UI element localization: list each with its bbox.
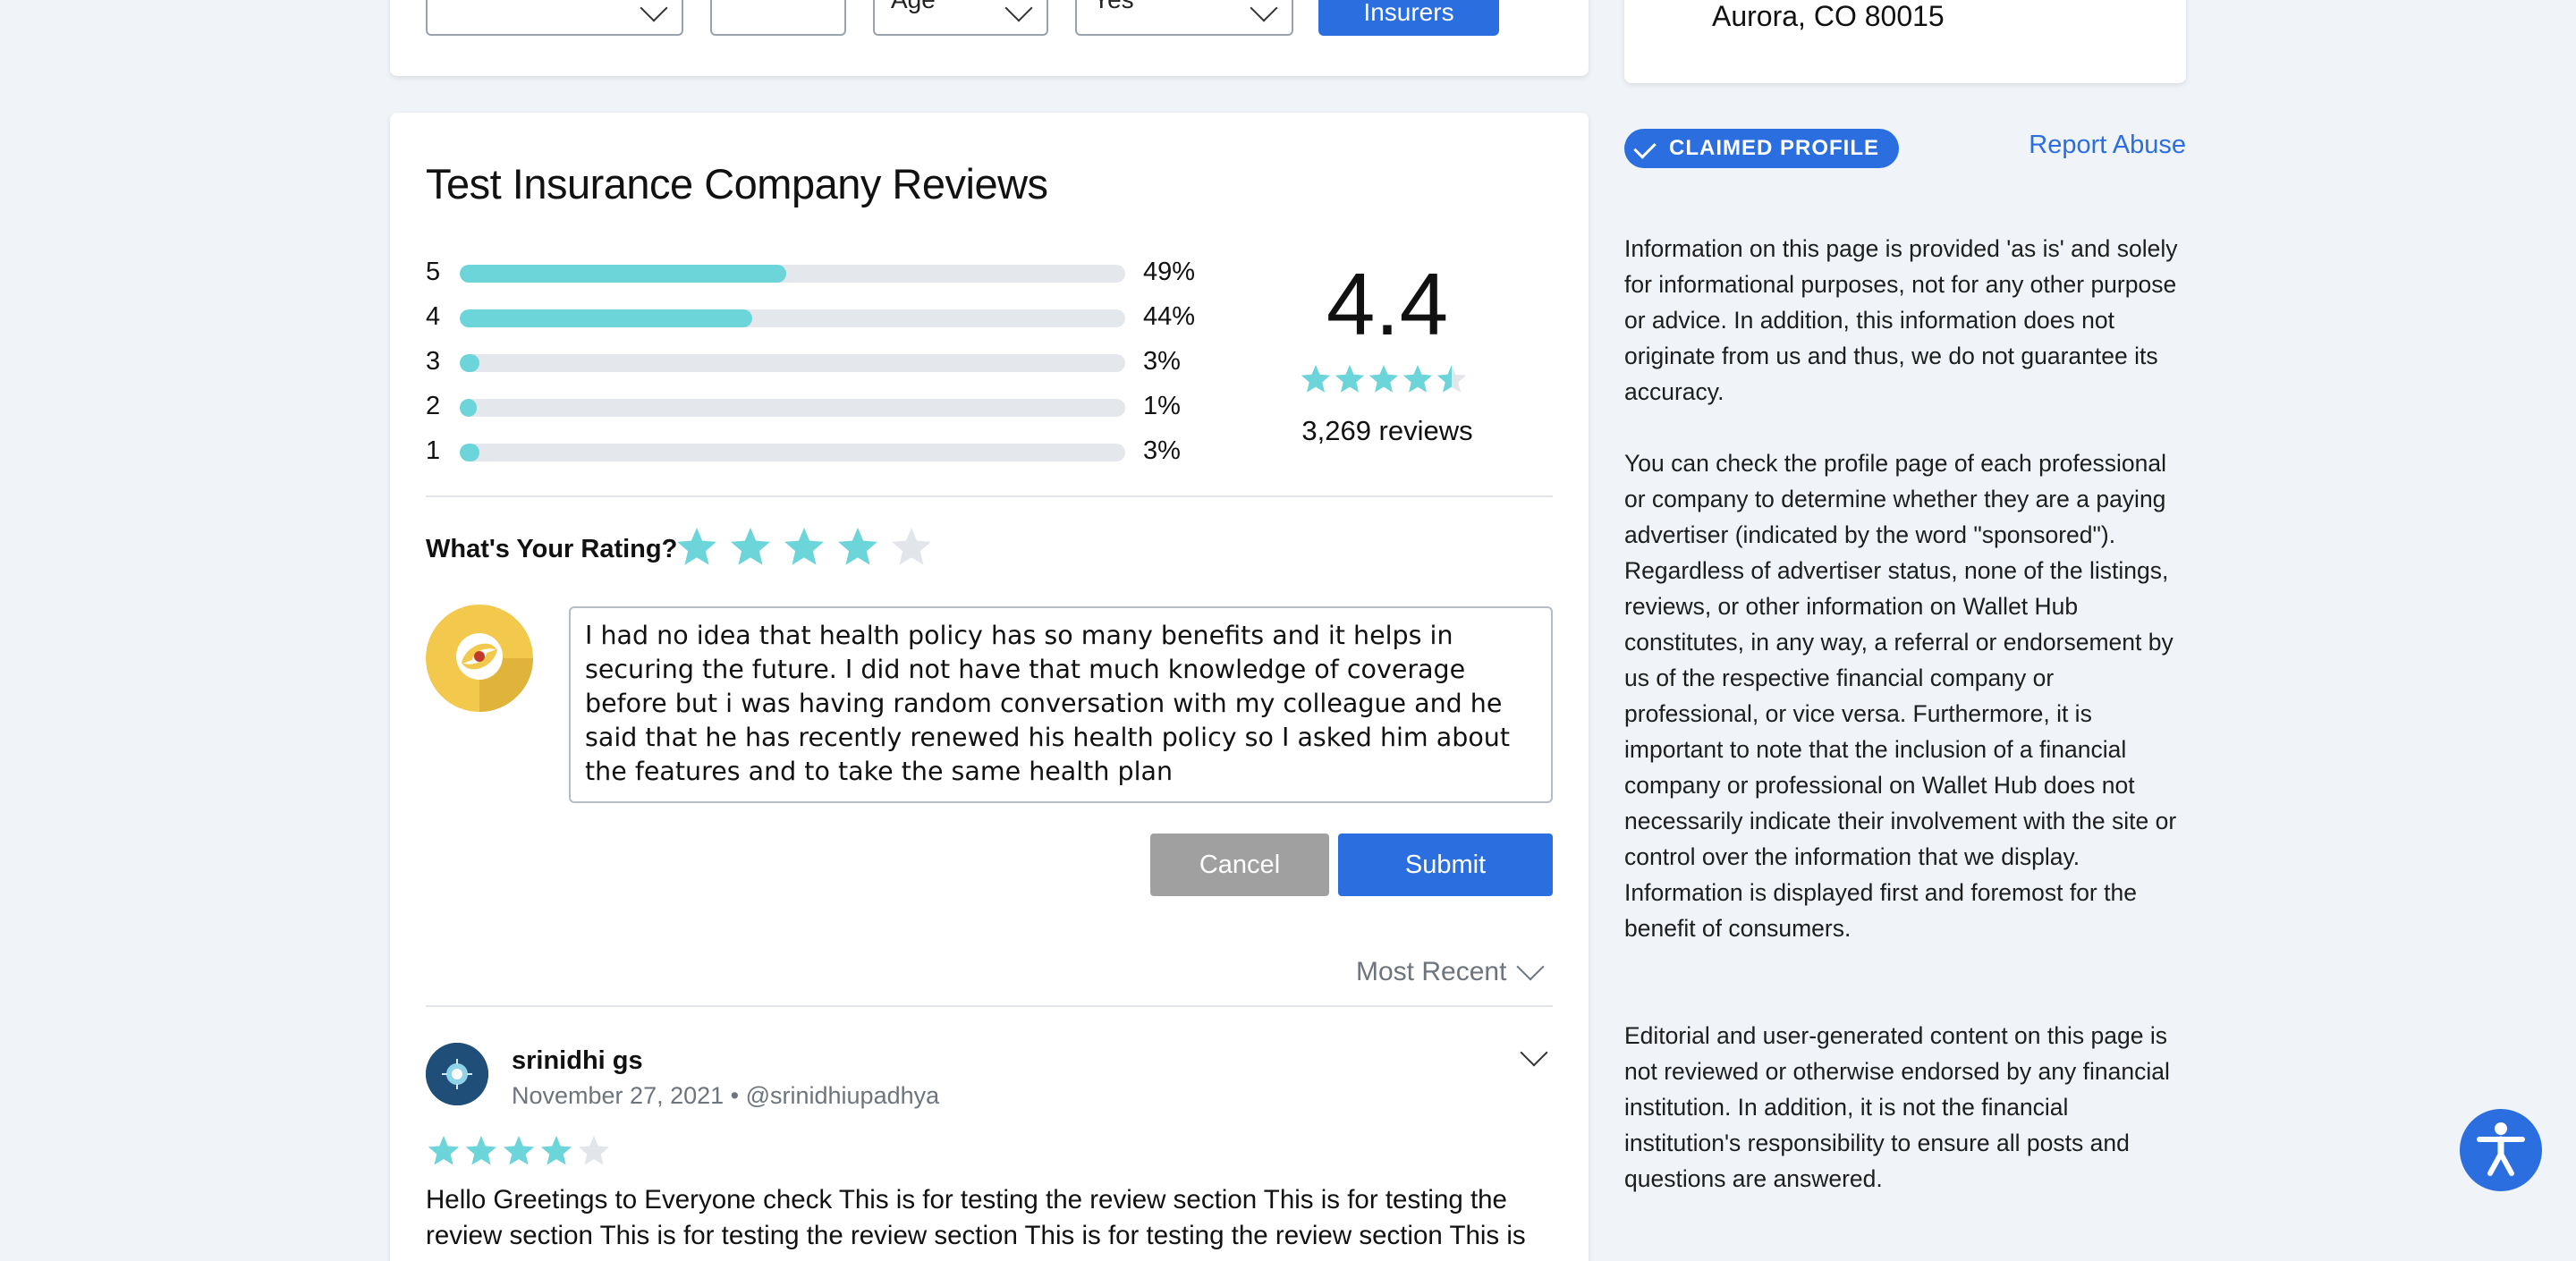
- distribution-star-label: 3: [426, 347, 441, 376]
- star-filled-icon: [540, 1136, 572, 1165]
- filter-select-1[interactable]: [426, 0, 683, 36]
- distribution-bar-fill: [460, 444, 480, 461]
- accessibility-button[interactable]: [2460, 1109, 2542, 1191]
- distribution-bar: [460, 399, 1125, 417]
- review-options-chevron-icon[interactable]: [1520, 1038, 1548, 1067]
- distribution-row: 5 49%: [426, 258, 1196, 286]
- distribution-bar: [460, 444, 1125, 461]
- star-filled-icon: [465, 1136, 497, 1165]
- age-select-value: Age: [891, 0, 936, 13]
- distribution-bar-fill: [460, 309, 753, 327]
- distribution-percent: 1%: [1143, 392, 1181, 420]
- reviewer-name[interactable]: srinidhi gs: [512, 1046, 643, 1076]
- distribution-bar: [460, 265, 1125, 283]
- your-rating-label: What's Your Rating?: [426, 535, 678, 563]
- disclaimer-paragraph: You can check the profile page of each p…: [1624, 450, 2177, 942]
- distribution-star-label: 5: [426, 258, 441, 286]
- distribution-row: 2 1%: [426, 392, 1195, 420]
- disclaimer-paragraph: Information on this page is provided 'as…: [1624, 235, 2178, 405]
- average-rating: 4.4: [1326, 255, 1449, 353]
- distribution-bar-fill: [460, 354, 480, 372]
- review-count: 3,269 reviews: [1301, 415, 1473, 446]
- chevron-down-icon: [640, 0, 668, 22]
- yes-select-value: Yes: [1093, 0, 1134, 13]
- chevron-down-icon: [1250, 0, 1278, 22]
- review-textarea[interactable]: [569, 606, 1553, 803]
- claimed-profile-label: CLAIMED PROFILE: [1669, 136, 1879, 160]
- distribution-percent: 3%: [1143, 436, 1181, 465]
- star-filled-icon: [677, 528, 716, 565]
- filter-input-2[interactable]: [710, 0, 846, 36]
- report-abuse-link[interactable]: Report Abuse: [1968, 131, 2186, 160]
- distribution-star-label: 1: [426, 436, 441, 465]
- star-filled-icon: [1402, 365, 1433, 393]
- chevron-down-icon: [1004, 0, 1033, 22]
- star-filled-icon: [428, 1136, 460, 1165]
- claimed-profile-badge: CLAIMED PROFILE: [1624, 129, 1899, 168]
- distribution-bar: [460, 309, 1125, 327]
- distribution-percent: 49%: [1143, 258, 1196, 286]
- cancel-button[interactable]: Cancel: [1150, 834, 1329, 896]
- star-filled-icon: [1368, 365, 1399, 393]
- star-filled-icon: [784, 528, 824, 565]
- user-avatar: [426, 605, 533, 712]
- distribution-star-label: 4: [426, 302, 441, 331]
- divider: [426, 495, 1553, 497]
- distribution-star-label: 2: [426, 392, 441, 420]
- reviews-card: Test Insurance Company Reviews 5 49% 4 4…: [390, 113, 1589, 1261]
- average-stars: [1299, 363, 1478, 399]
- star-filled-icon: [1301, 365, 1331, 393]
- star-filled-icon: [731, 528, 770, 565]
- submit-button[interactable]: Submit: [1338, 834, 1553, 896]
- star-filled-icon: [838, 528, 877, 565]
- review-body: Hello Greetings to Everyone check This i…: [426, 1185, 1526, 1250]
- distribution-row: 1 3%: [426, 436, 1195, 465]
- divider: [426, 1005, 1553, 1007]
- check-icon: [1633, 136, 1657, 159]
- distribution-row: 3 3%: [426, 347, 1195, 376]
- reviewer-avatar: [426, 1043, 488, 1105]
- review-meta: November 27, 2021 • @srinidhiupadhya: [512, 1082, 940, 1109]
- review-stars: [426, 1134, 623, 1170]
- distribution-bar-fill: [460, 265, 786, 283]
- disclaimer-paragraph: Editorial and user-generated content on …: [1624, 1022, 2170, 1192]
- chevron-down-icon: [1516, 952, 1545, 981]
- sort-label: Most Recent: [1356, 957, 1507, 986]
- star-filled-icon: [1335, 365, 1365, 393]
- star-icon: [578, 1136, 610, 1165]
- distribution-percent: 3%: [1143, 347, 1181, 376]
- address-line: Aurora, CO 80015: [1712, 0, 1945, 32]
- page-title: Test Insurance Company Reviews: [426, 160, 1048, 207]
- accessibility-icon: [2477, 1122, 2525, 1176]
- distribution-row: 4 44%: [426, 302, 1196, 331]
- your-rating-stars[interactable]: [674, 526, 943, 572]
- filter-card: Age Yes Insurers: [390, 0, 1589, 76]
- yes-select[interactable]: Yes: [1075, 0, 1293, 36]
- star-icon: [892, 528, 931, 565]
- age-select[interactable]: Age: [873, 0, 1048, 36]
- insurers-button[interactable]: Insurers: [1318, 0, 1499, 36]
- distribution-bar: [460, 354, 1125, 372]
- distribution-bar-fill: [460, 399, 478, 417]
- distribution-percent: 44%: [1143, 302, 1196, 331]
- star-filled-icon: [503, 1136, 535, 1165]
- address-card: Aurora, CO 80015: [1624, 0, 2186, 83]
